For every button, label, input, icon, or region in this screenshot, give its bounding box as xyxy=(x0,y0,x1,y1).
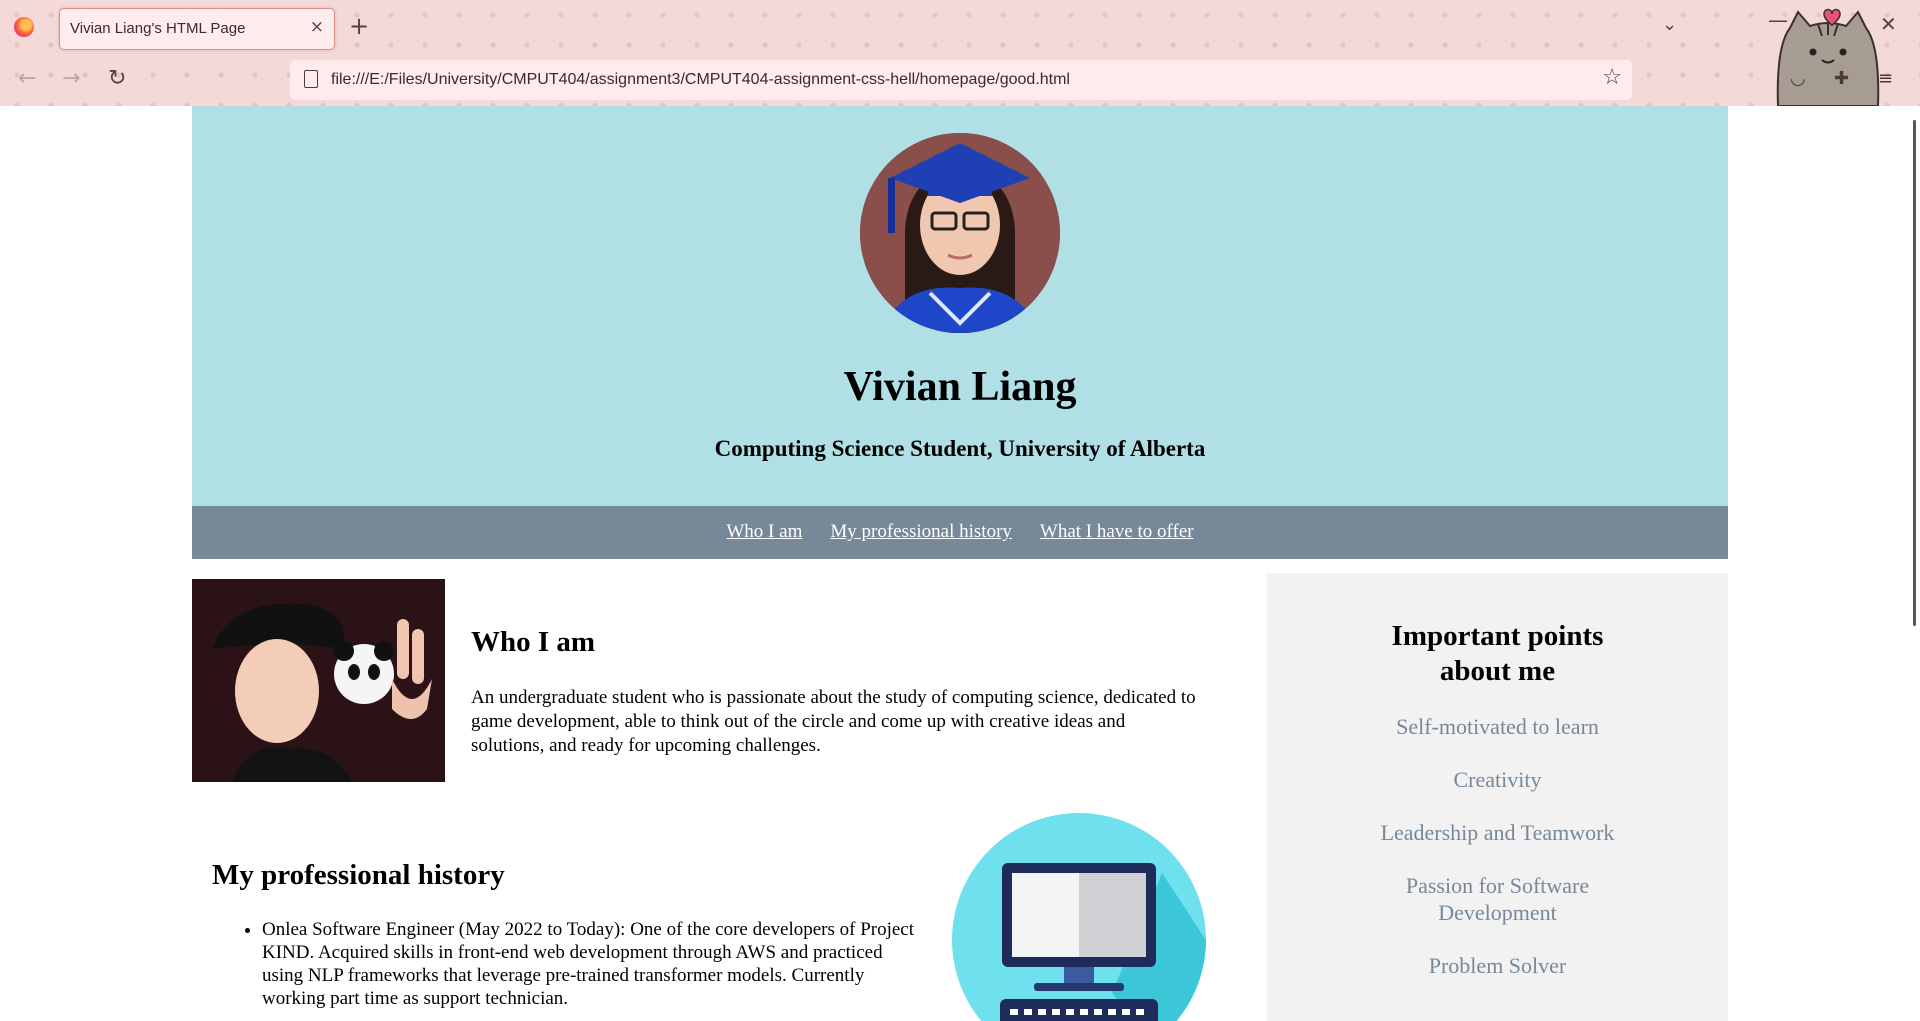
list-item: Onlea Software Engineer (May 2022 to Tod… xyxy=(262,918,922,1010)
main-navigation: Who I am My professional history What I … xyxy=(192,506,1728,559)
site-name: Vivian Liang xyxy=(843,364,1077,410)
sidebar-title: Important points about me xyxy=(1267,619,1728,689)
important-points-list: Self-motivated to learn Creativity Leade… xyxy=(1267,713,1728,1005)
section-title-professional-history: My professional history xyxy=(212,859,505,891)
browser-chrome: Vivian Liang's HTML Page × + ⌄ — ✕ ← → ↻… xyxy=(0,0,1920,106)
tab-title: Vivian Liang's HTML Page xyxy=(70,20,246,37)
navigation-toolbar: ← → ↻ file:///E:/Files/University/CMPUT4… xyxy=(0,54,1920,106)
list-item: Self-motivated to learn xyxy=(1396,714,1599,739)
computer-illustration-icon xyxy=(952,813,1206,1021)
nav-link-who-i-am[interactable]: Who I am xyxy=(726,521,802,543)
list-item: Creativity xyxy=(1453,767,1542,792)
forward-button[interactable]: → xyxy=(62,66,80,91)
browser-tab[interactable]: Vivian Liang's HTML Page × xyxy=(59,8,335,50)
address-bar[interactable]: file:///E:/Files/University/CMPUT404/ass… xyxy=(290,60,1632,100)
site-subtitle: Computing Science Student, University of… xyxy=(714,436,1206,461)
list-item: Passion for Software Development xyxy=(1405,873,1590,925)
professional-history-list: Onlea Software Engineer (May 2022 to Tod… xyxy=(262,918,922,1018)
back-button[interactable]: ← xyxy=(18,66,36,91)
nav-link-what-i-offer[interactable]: What I have to offer xyxy=(1040,521,1194,543)
sidebar-title-text: Important points about me xyxy=(1391,620,1604,687)
vertical-scrollbar[interactable] xyxy=(1913,120,1916,626)
extensions-icon[interactable]: ✚ xyxy=(1834,68,1849,89)
page-header: Vivian Liang Computing Science Student, … xyxy=(192,106,1728,506)
firefox-logo-icon xyxy=(14,17,34,37)
nav-link-professional-history[interactable]: My professional history xyxy=(830,521,1012,543)
reload-button[interactable]: ↻ xyxy=(108,66,126,91)
bookmark-star-icon[interactable]: ☆ xyxy=(1602,65,1622,90)
who-i-am-paragraph: An undergraduate student who is passiona… xyxy=(471,687,1196,756)
portrait-with-panda-photo xyxy=(192,579,445,782)
page-viewport: Vivian Liang Computing Science Student, … xyxy=(0,106,1920,1021)
section-title-who-i-am: Who I am xyxy=(471,626,596,658)
profile-avatar-graduation-photo xyxy=(860,133,1060,333)
list-all-tabs-icon[interactable]: ⌄ xyxy=(1662,14,1677,35)
page-info-icon[interactable] xyxy=(304,70,318,88)
important-points-sidebar: Important points about me Self-motivated… xyxy=(1267,573,1728,1021)
tab-bar: Vivian Liang's HTML Page × + ⌄ — ✕ xyxy=(0,0,1920,54)
new-tab-button[interactable]: + xyxy=(349,12,369,40)
tab-close-icon[interactable]: × xyxy=(310,17,324,37)
list-item: Problem Solver xyxy=(1428,953,1567,978)
list-item: Leadership and Teamwork xyxy=(1380,820,1615,845)
url-text[interactable]: file:///E:/Files/University/CMPUT404/ass… xyxy=(331,71,1070,89)
app-menu-icon[interactable]: ≡ xyxy=(1878,68,1893,89)
pocket-icon[interactable]: ◡ xyxy=(1790,68,1806,89)
